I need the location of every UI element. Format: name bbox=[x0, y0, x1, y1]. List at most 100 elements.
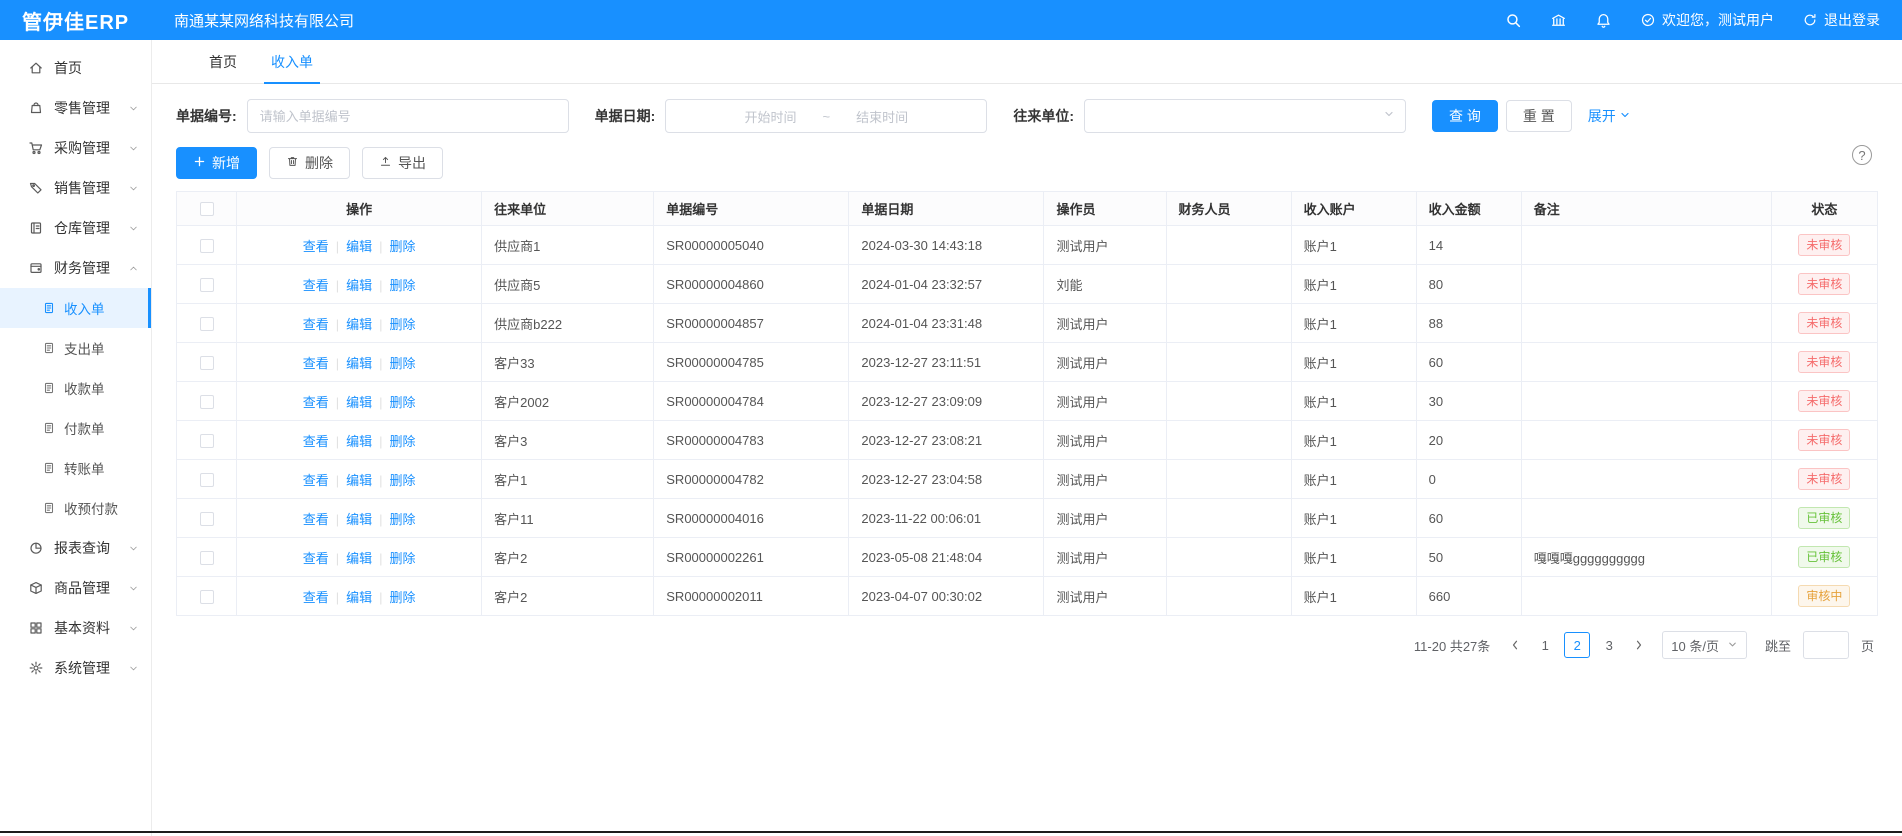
view-link[interactable]: 查看 bbox=[303, 512, 329, 527]
sidebar-subitem[interactable]: 收预付款 bbox=[0, 488, 151, 528]
next-page-button[interactable] bbox=[1628, 632, 1650, 658]
delete-link[interactable]: 删除 bbox=[390, 473, 416, 488]
op-separator: | bbox=[379, 317, 382, 332]
edit-link[interactable]: 编辑 bbox=[346, 473, 372, 488]
view-link[interactable]: 查看 bbox=[303, 590, 329, 605]
view-link[interactable]: 查看 bbox=[303, 551, 329, 566]
row-checkbox[interactable] bbox=[200, 512, 214, 526]
row-checkbox[interactable] bbox=[200, 395, 214, 409]
edit-link[interactable]: 编辑 bbox=[346, 590, 372, 605]
partner-select[interactable] bbox=[1084, 99, 1406, 133]
export-button[interactable]: 导出 bbox=[362, 147, 443, 179]
bell-icon[interactable] bbox=[1595, 12, 1612, 29]
row-checkbox[interactable] bbox=[200, 590, 214, 604]
edit-link[interactable]: 编辑 bbox=[346, 239, 372, 254]
sidebar-item[interactable]: 首页 bbox=[0, 48, 151, 88]
edit-link[interactable]: 编辑 bbox=[346, 551, 372, 566]
sidebar-subitem[interactable]: 收款单 bbox=[0, 368, 151, 408]
sidebar-item[interactable]: 系统管理 bbox=[0, 648, 151, 688]
delete-link[interactable]: 删除 bbox=[390, 278, 416, 293]
op-separator: | bbox=[336, 473, 339, 488]
bill-no-input[interactable] bbox=[247, 99, 569, 133]
edit-link[interactable]: 编辑 bbox=[346, 317, 372, 332]
search-button[interactable]: 查 询 bbox=[1432, 100, 1498, 132]
delete-link[interactable]: 删除 bbox=[390, 590, 416, 605]
basic-icon bbox=[28, 620, 44, 636]
view-link[interactable]: 查看 bbox=[303, 239, 329, 254]
delete-button[interactable]: 删除 bbox=[269, 147, 350, 179]
doc-icon bbox=[42, 421, 56, 435]
sidebar-subitem[interactable]: 支出单 bbox=[0, 328, 151, 368]
view-link[interactable]: 查看 bbox=[303, 317, 329, 332]
sidebar-item[interactable]: 基本资料 bbox=[0, 608, 151, 648]
op-separator: | bbox=[379, 434, 382, 449]
view-link[interactable]: 查看 bbox=[303, 356, 329, 371]
prev-page-button[interactable] bbox=[1504, 632, 1526, 658]
status-badge: 未审核 bbox=[1798, 273, 1850, 295]
delete-link[interactable]: 删除 bbox=[390, 551, 416, 566]
sidebar-subitem[interactable]: 付款单 bbox=[0, 408, 151, 448]
sidebar-item[interactable]: 仓库管理 bbox=[0, 208, 151, 248]
company-name: 南通某某网络科技有限公司 bbox=[174, 10, 354, 31]
delete-link[interactable]: 删除 bbox=[390, 356, 416, 371]
welcome-user[interactable]: 欢迎您，测试用户 bbox=[1640, 10, 1774, 30]
page-size-select[interactable]: 10 条/页 bbox=[1662, 631, 1747, 659]
sidebar-item[interactable]: 商品管理 bbox=[0, 568, 151, 608]
date-cell: 2023-04-07 00:30:02 bbox=[849, 577, 1044, 616]
search-icon[interactable] bbox=[1505, 12, 1522, 29]
row-checkbox[interactable] bbox=[200, 356, 214, 370]
view-link[interactable]: 查看 bbox=[303, 278, 329, 293]
delete-link[interactable]: 删除 bbox=[390, 317, 416, 332]
edit-link[interactable]: 编辑 bbox=[346, 512, 372, 527]
page-button[interactable]: 2 bbox=[1564, 632, 1590, 658]
pagination-total: 11-20 共27条 bbox=[1414, 636, 1490, 655]
date-range-picker[interactable]: 开始时间 ~ 结束时间 bbox=[665, 99, 987, 133]
view-link[interactable]: 查看 bbox=[303, 395, 329, 410]
sidebar-item[interactable]: 销售管理 bbox=[0, 168, 151, 208]
row-checkbox[interactable] bbox=[200, 278, 214, 292]
bank-icon[interactable] bbox=[1550, 12, 1567, 29]
reset-button[interactable]: 重 置 bbox=[1506, 100, 1572, 132]
row-checkbox[interactable] bbox=[200, 551, 214, 565]
row-checkbox[interactable] bbox=[200, 239, 214, 253]
op-separator: | bbox=[379, 551, 382, 566]
logout-button[interactable]: 退出登录 bbox=[1802, 10, 1880, 30]
delete-link[interactable]: 删除 bbox=[390, 434, 416, 449]
edit-link[interactable]: 编辑 bbox=[346, 356, 372, 371]
sidebar-subitem[interactable]: 收入单 bbox=[0, 288, 151, 328]
page-button[interactable]: 1 bbox=[1532, 632, 1558, 658]
row-checkbox[interactable] bbox=[200, 317, 214, 331]
select-all-checkbox[interactable] bbox=[200, 202, 214, 216]
tab[interactable]: 收入单 bbox=[254, 40, 330, 83]
tab[interactable]: 首页 bbox=[192, 40, 254, 83]
view-link[interactable]: 查看 bbox=[303, 473, 329, 488]
expand-link[interactable]: 展开 bbox=[1588, 106, 1631, 126]
sidebar-item[interactable]: 零售管理 bbox=[0, 88, 151, 128]
delete-link[interactable]: 删除 bbox=[390, 239, 416, 254]
bill-no-label: 单据编号: bbox=[176, 106, 237, 126]
sidebar-item[interactable]: 采购管理 bbox=[0, 128, 151, 168]
operator-cell: 测试用户 bbox=[1044, 499, 1166, 538]
sidebar-subitem[interactable]: 转账单 bbox=[0, 448, 151, 488]
status-badge: 未审核 bbox=[1798, 429, 1850, 451]
row-checkbox[interactable] bbox=[200, 473, 214, 487]
sidebar-item[interactable]: 财务管理 bbox=[0, 248, 151, 288]
sidebar-item[interactable]: 报表查询 bbox=[0, 528, 151, 568]
column-header: 财务人员 bbox=[1166, 192, 1291, 226]
view-link[interactable]: 查看 bbox=[303, 434, 329, 449]
help-icon[interactable]: ? bbox=[1852, 145, 1872, 165]
amount-cell: 20 bbox=[1416, 421, 1521, 460]
add-button[interactable]: 新增 bbox=[176, 147, 257, 179]
operator-cell: 测试用户 bbox=[1044, 304, 1166, 343]
edit-link[interactable]: 编辑 bbox=[346, 395, 372, 410]
edit-link[interactable]: 编辑 bbox=[346, 278, 372, 293]
sidebar-item-label: 采购管理 bbox=[54, 138, 110, 158]
partner-label: 往来单位: bbox=[1013, 106, 1074, 126]
delete-link[interactable]: 删除 bbox=[390, 512, 416, 527]
table-row: 查看|编辑|删除供应商5SR000000048602024-01-04 23:3… bbox=[177, 265, 1878, 304]
page-button[interactable]: 3 bbox=[1596, 632, 1622, 658]
edit-link[interactable]: 编辑 bbox=[346, 434, 372, 449]
jump-page-input[interactable] bbox=[1803, 631, 1849, 659]
delete-link[interactable]: 删除 bbox=[390, 395, 416, 410]
row-checkbox[interactable] bbox=[200, 434, 214, 448]
